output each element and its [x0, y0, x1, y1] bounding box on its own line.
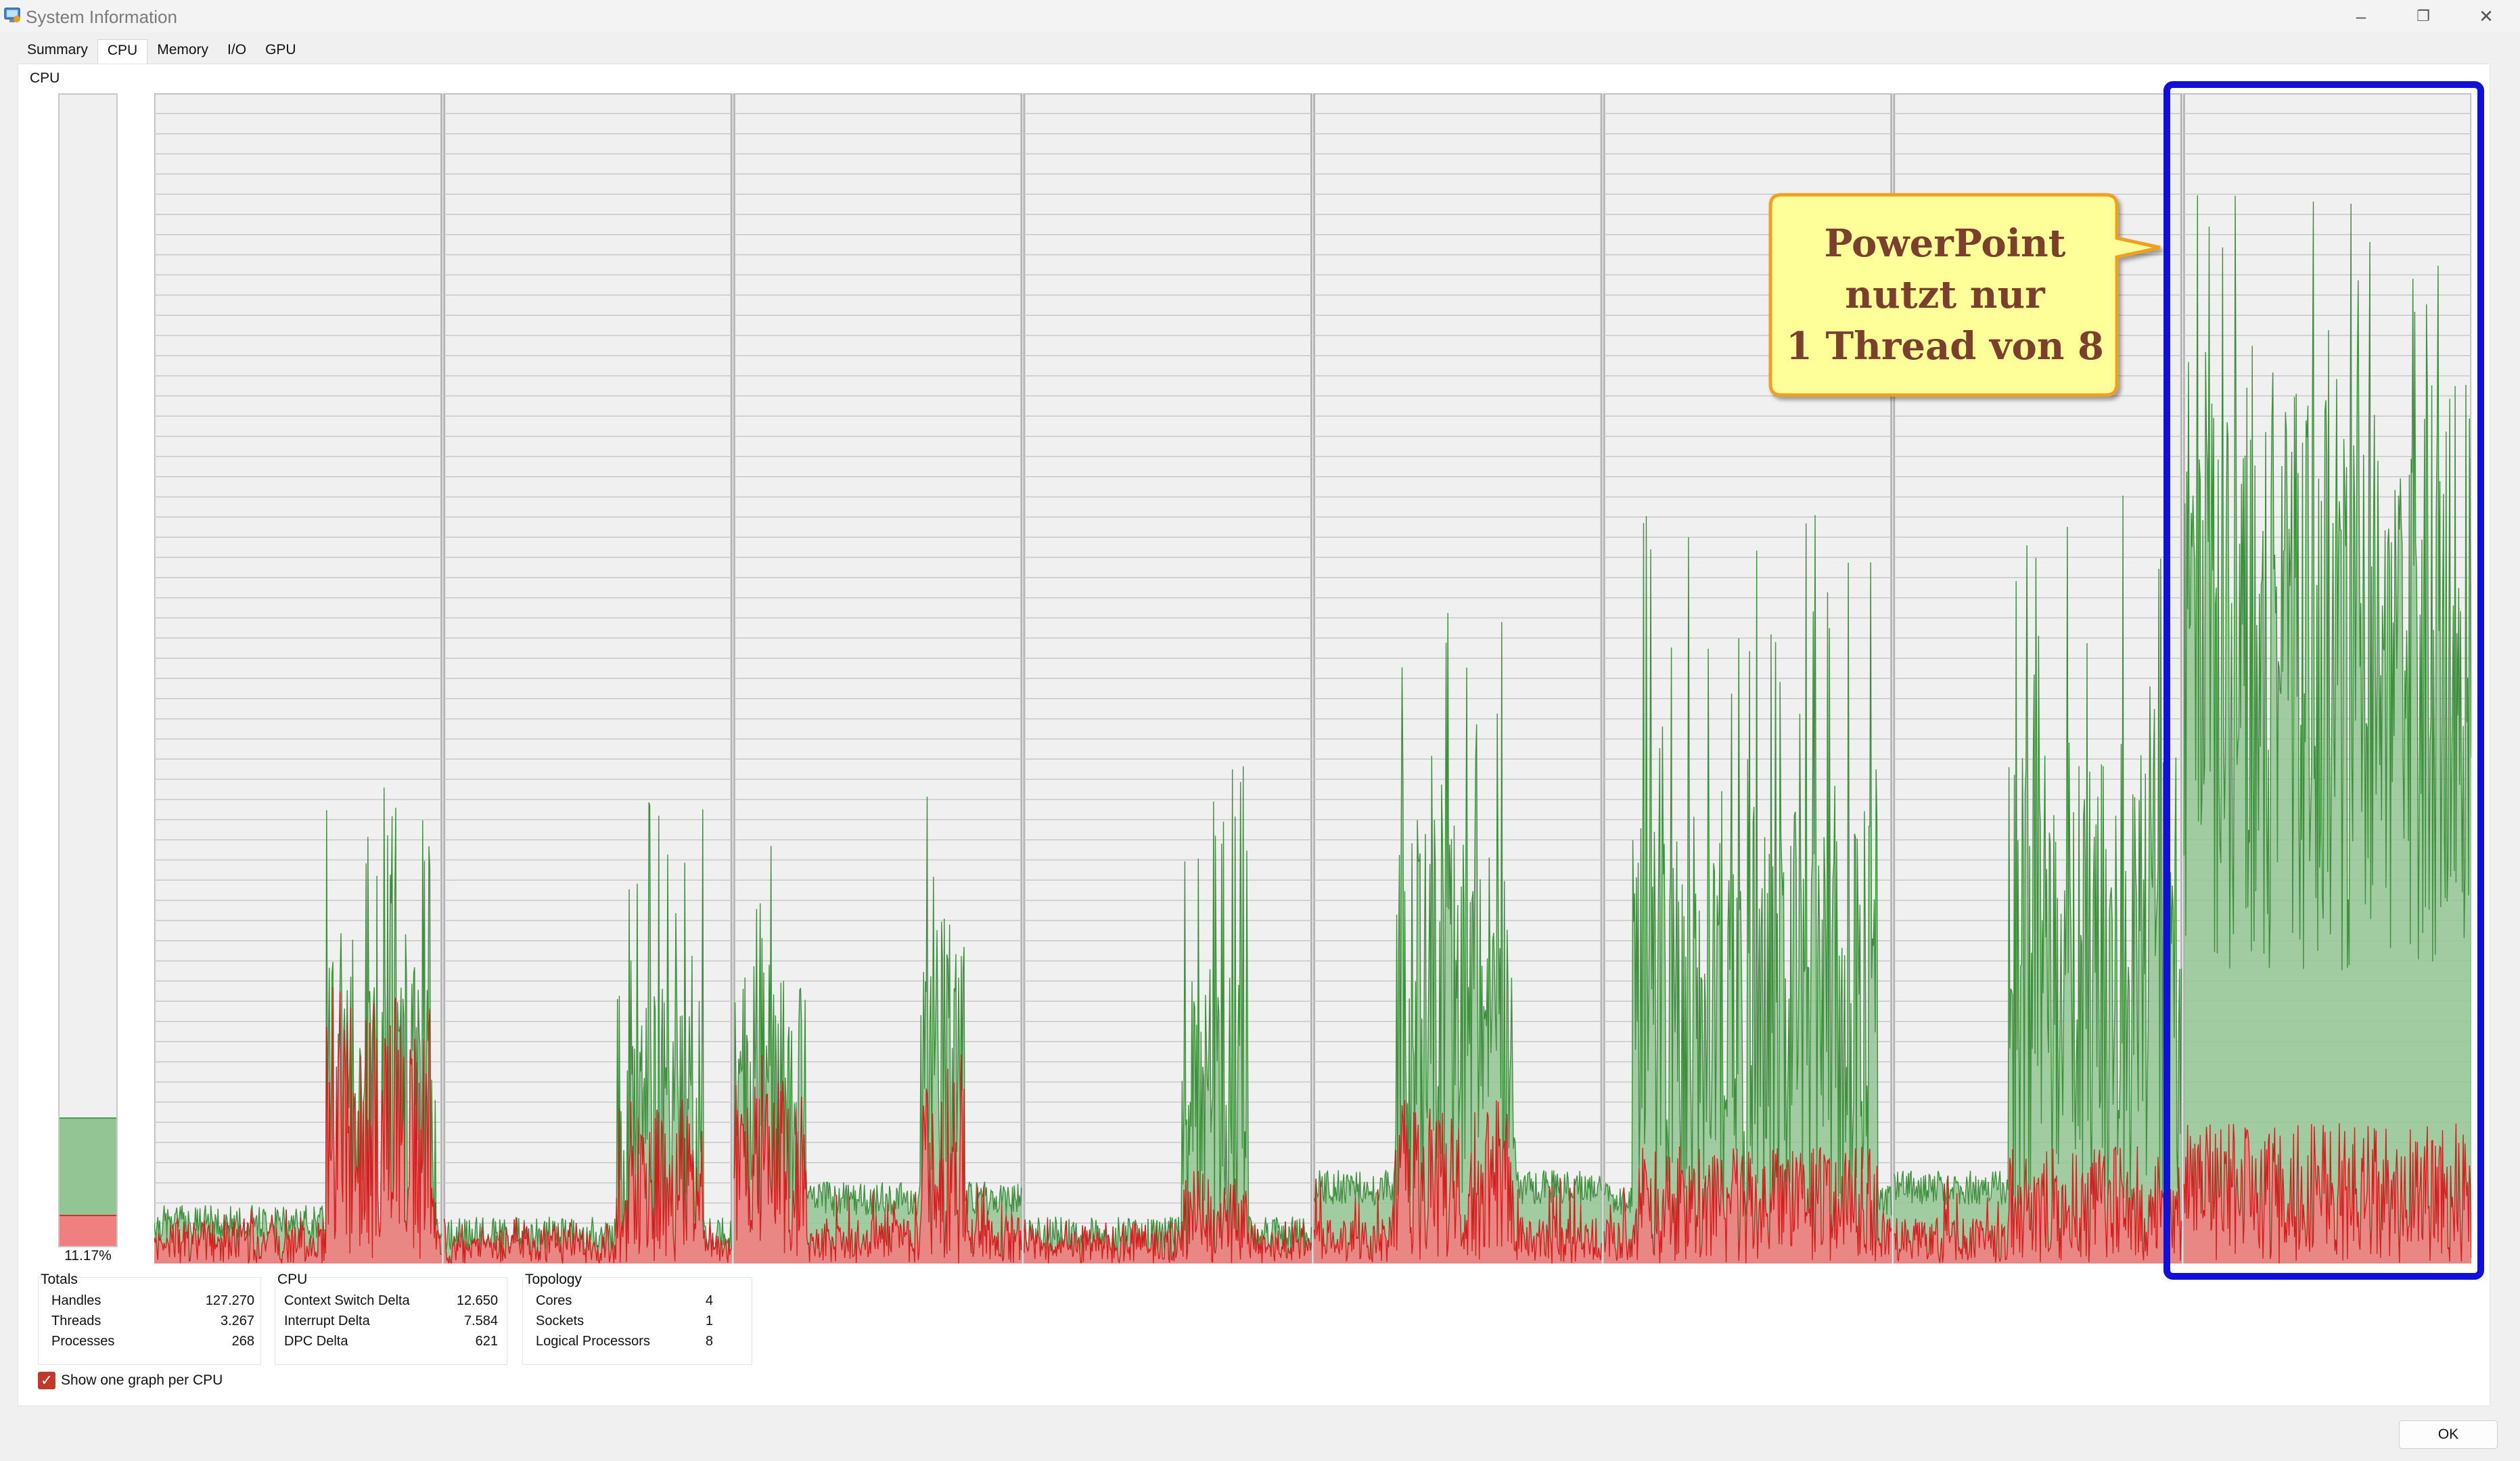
tab-cpu[interactable]: CPU — [97, 39, 148, 64]
cpu-graph-1 — [443, 93, 733, 1263]
callout-line-1: PowerPoint — [1824, 221, 2066, 266]
one-graph-per-cpu-checkbox[interactable]: ✓ — [38, 1372, 55, 1389]
callout-text: PowerPoint nutzt nur 1 Thread von 8 — [1769, 218, 2121, 372]
ok-button[interactable]: OK — [2399, 1420, 2498, 1449]
callout-line-3: 1 Thread von 8 — [1786, 324, 2104, 369]
topology-title: Topology — [525, 1272, 582, 1287]
one-graph-per-cpu-option[interactable]: ✓ Show one graph per CPU — [38, 1372, 223, 1389]
system-information-app-icon — [4, 7, 20, 22]
cpu-usage-percent: 11.17% — [64, 1248, 112, 1263]
callout-line-2: nutzt nur — [1845, 273, 2045, 317]
close-button[interactable]: ✕ — [2473, 4, 2500, 28]
cpu-stats-title: CPU — [277, 1272, 308, 1287]
cpu-usage-gauge — [58, 93, 118, 1247]
cpu-graph-4 — [1313, 93, 1603, 1263]
one-graph-per-cpu-label: Show one graph per CPU — [61, 1372, 223, 1388]
tab-memory[interactable]: Memory — [147, 39, 218, 64]
cpu-graph-2 — [733, 93, 1023, 1263]
tab-strip: Summary CPU Memory I/O GPU — [18, 39, 306, 64]
minimize-button[interactable]: – — [2347, 4, 2375, 28]
restore-button[interactable]: ❐ — [2410, 4, 2437, 28]
window-title: System Information — [26, 7, 177, 27]
cpu-gauge-label: CPU — [30, 70, 60, 86]
title-bar: System Information – ❐ ✕ — [0, 0, 2520, 32]
cpu-graph-3 — [1023, 93, 1312, 1263]
totals-title: Totals — [41, 1272, 78, 1287]
tab-io[interactable]: I/O — [218, 39, 256, 64]
tab-gpu[interactable]: GPU — [256, 39, 306, 64]
gauge-kernel-fill — [60, 1215, 116, 1246]
highlight-box — [2163, 81, 2484, 1280]
cpu-graph-0 — [154, 93, 443, 1263]
tab-summary[interactable]: Summary — [18, 39, 97, 64]
